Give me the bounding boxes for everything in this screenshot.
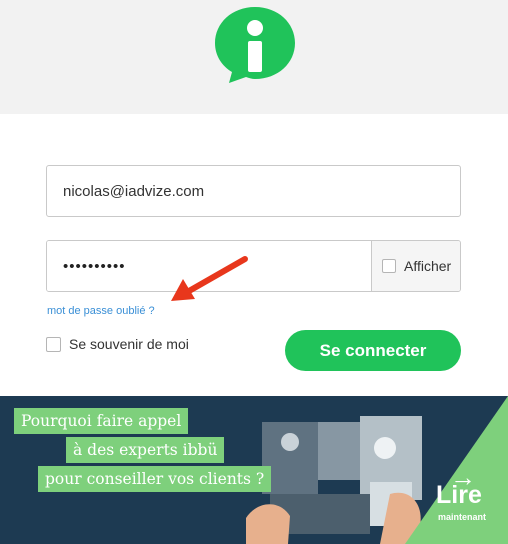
show-password-label: Afficher (404, 258, 452, 274)
promo-banner[interactable]: Pourquoi faire appel à des experts ibbü … (0, 396, 508, 544)
banner-cta-subtitle: maintenant (438, 512, 487, 522)
red-arrow-icon (171, 256, 248, 301)
header-band (0, 0, 508, 114)
iadvize-logo-icon (215, 7, 295, 83)
show-password-toggle[interactable]: Afficher (371, 241, 460, 291)
show-password-checkbox[interactable] (382, 259, 396, 273)
banner-cta-title[interactable]: Lire (436, 483, 482, 508)
login-button[interactable]: Se connecter (285, 330, 461, 371)
remember-me-label: Se souvenir de moi (69, 336, 189, 352)
remember-me-checkbox[interactable] (46, 336, 61, 352)
forgot-password-link[interactable]: mot de passe oublié ? (47, 305, 155, 317)
remember-me-option[interactable]: Se souvenir de moi (46, 336, 189, 352)
banner-headline-line-2: à des experts ibbü (66, 437, 225, 463)
email-field[interactable] (46, 165, 461, 217)
banner-headline-line-3: pour conseiller vos clients ? (38, 466, 272, 492)
banner-headline-line-1: Pourquoi faire appel (14, 408, 189, 434)
